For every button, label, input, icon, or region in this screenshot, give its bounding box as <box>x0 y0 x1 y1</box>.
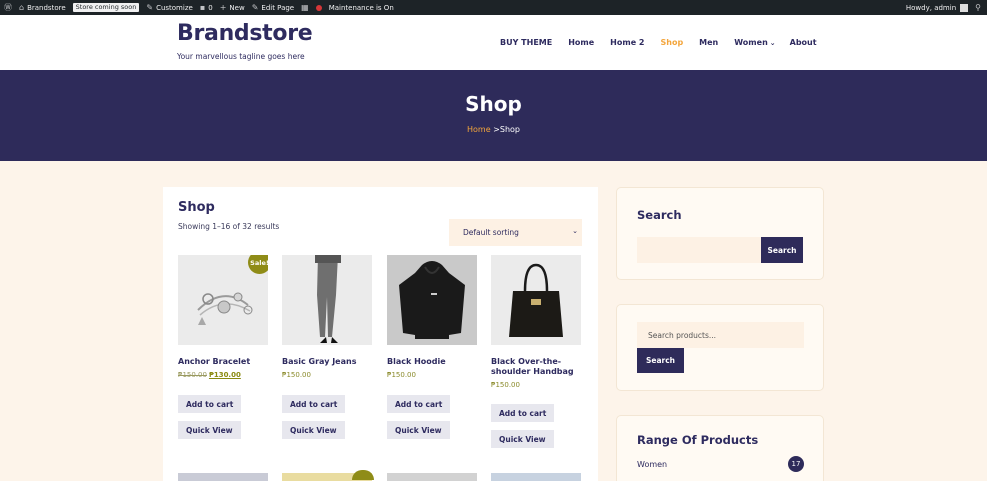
comment-icon: ▪ <box>199 3 206 12</box>
maintenance-label: Maintenance is On <box>328 3 394 12</box>
theme-icon: ▦ <box>301 3 309 12</box>
category-item[interactable]: Women 17 <box>637 456 804 472</box>
nav-shop[interactable]: Shop <box>660 38 683 47</box>
product-old-price: ₱150.00 <box>178 371 207 379</box>
nav-men[interactable]: Men <box>699 38 718 47</box>
product-image[interactable] <box>178 473 268 481</box>
breadcrumb-separator: > <box>493 125 500 134</box>
admin-bar: Ⓦ ⌂ Brandstore Store coming soon ✎ Custo… <box>0 0 987 15</box>
result-count: Showing 1–16 of 32 results <box>178 222 280 231</box>
search-input[interactable] <box>637 237 761 263</box>
product-sale-price: ₱130.00 <box>208 371 241 379</box>
add-to-cart-button[interactable]: Add to cart <box>491 404 555 422</box>
wordpress-icon: Ⓦ <box>4 3 12 12</box>
main-nav: BUY THEME Home Home 2 Shop Men Women ⌄ Ab… <box>500 38 833 47</box>
nav-women-label: Women <box>734 38 768 47</box>
maintenance-status-dot <box>315 4 322 11</box>
sort-select[interactable]: Default sorting ⌄ <box>449 219 582 246</box>
comments-link[interactable]: ▪ 0 <box>200 3 213 12</box>
product-search-input[interactable]: Search products... <box>637 322 804 348</box>
jeans-image <box>315 255 341 343</box>
breadcrumb-home[interactable]: Home <box>467 125 491 134</box>
new-label: New <box>229 3 245 12</box>
pencil-icon: ✎ <box>251 3 259 12</box>
brush-icon: ✎ <box>146 3 154 12</box>
shop-content: Shop Showing 1–16 of 32 results Default … <box>163 187 598 481</box>
nav-home-2[interactable]: Home 2 <box>610 38 644 47</box>
handbag-image <box>509 263 563 337</box>
sale-badge: Sale! <box>248 255 268 274</box>
wordpress-logo[interactable]: Ⓦ <box>4 2 12 13</box>
search-widget-title: Search <box>637 208 682 222</box>
page-title: Shop <box>465 92 522 116</box>
product-name[interactable]: Black Hoodie <box>387 357 477 367</box>
hoodie-image <box>399 261 465 339</box>
customize-label: Customize <box>156 3 193 12</box>
add-to-cart-button[interactable]: Add to cart <box>282 395 346 413</box>
product-name[interactable]: Basic Gray Jeans <box>282 357 372 367</box>
site-title[interactable]: Brandstore <box>177 21 313 46</box>
home-icon: ⌂ <box>19 3 25 12</box>
edit-page-link[interactable]: ✎ Edit Page <box>252 3 294 12</box>
howdy-user[interactable]: Howdy, admin <box>906 4 956 12</box>
edit-page-label: Edit Page <box>261 3 295 12</box>
nav-buy-theme[interactable]: BUY THEME <box>500 38 552 47</box>
product-image[interactable] <box>387 255 477 345</box>
store-badge[interactable]: Store coming soon <box>72 3 140 12</box>
quick-view-button[interactable]: Quick View <box>178 421 241 439</box>
product-price: ₱150.00 ₱130.00 <box>178 371 241 379</box>
comments-count: 0 <box>208 3 213 12</box>
product-price: ₱150.00 <box>491 381 520 389</box>
quick-view-button[interactable]: Quick View <box>491 430 554 448</box>
breadcrumb: Home >Shop <box>0 125 987 134</box>
search-widget: Search Search <box>616 187 824 280</box>
product-image[interactable] <box>491 473 581 481</box>
category-count-badge: 17 <box>788 456 804 472</box>
customize-link[interactable]: ✎ Customize <box>146 3 192 12</box>
plus-icon: + <box>219 3 227 12</box>
product-image[interactable] <box>491 255 581 345</box>
nav-women[interactable]: Women ⌄ <box>734 38 775 47</box>
sale-badge <box>352 470 374 480</box>
category-label: Women <box>637 460 668 469</box>
product-price: ₱150.00 <box>387 371 416 379</box>
avatar[interactable] <box>960 3 969 12</box>
sort-value: Default sorting <box>463 228 519 237</box>
chevron-down-icon: ⌄ <box>572 227 578 235</box>
theme-link[interactable]: ▦ <box>301 3 309 12</box>
product-search-button[interactable]: Search <box>637 348 684 373</box>
product-search-widget: Search products... Search <box>616 304 824 391</box>
product-search-placeholder: Search products... <box>648 330 717 340</box>
admin-site-name: Brandstore <box>27 3 66 12</box>
range-widget-title: Range Of Products <box>637 433 759 447</box>
nav-about[interactable]: About <box>790 38 817 47</box>
site-header: Brandstore Your marvellous tagline goes … <box>0 15 987 70</box>
search-button[interactable]: Search <box>761 237 803 263</box>
product-image[interactable]: Sale! <box>178 255 268 345</box>
product-price: ₱150.00 <box>282 371 311 379</box>
maintenance-link[interactable]: Maintenance is On <box>315 3 394 12</box>
store-badge-label: Store coming soon <box>72 3 140 12</box>
product-image[interactable] <box>387 473 477 481</box>
add-to-cart-button[interactable]: Add to cart <box>387 395 451 413</box>
quick-view-button[interactable]: Quick View <box>387 421 450 439</box>
range-of-products-widget: Range Of Products Women 17 <box>616 415 824 481</box>
new-content-link[interactable]: + New <box>220 3 245 12</box>
product-name[interactable]: Anchor Bracelet <box>178 357 268 367</box>
admin-site-link[interactable]: ⌂ Brandstore <box>19 3 66 12</box>
breadcrumb-current: Shop <box>499 125 520 134</box>
search-icon[interactable]: ⚲ <box>975 3 981 12</box>
shop-heading: Shop <box>178 200 215 215</box>
product-image[interactable] <box>282 255 372 345</box>
quick-view-button[interactable]: Quick View <box>282 421 345 439</box>
site-tagline: Your marvellous tagline goes here <box>177 52 305 61</box>
product-name[interactable]: Black Over-the-shoulder Handbag <box>491 357 581 377</box>
add-to-cart-button[interactable]: Add to cart <box>178 395 242 413</box>
chevron-down-icon: ⌄ <box>769 39 776 47</box>
nav-home[interactable]: Home <box>568 38 594 47</box>
page-banner: Shop Home >Shop <box>0 70 987 161</box>
